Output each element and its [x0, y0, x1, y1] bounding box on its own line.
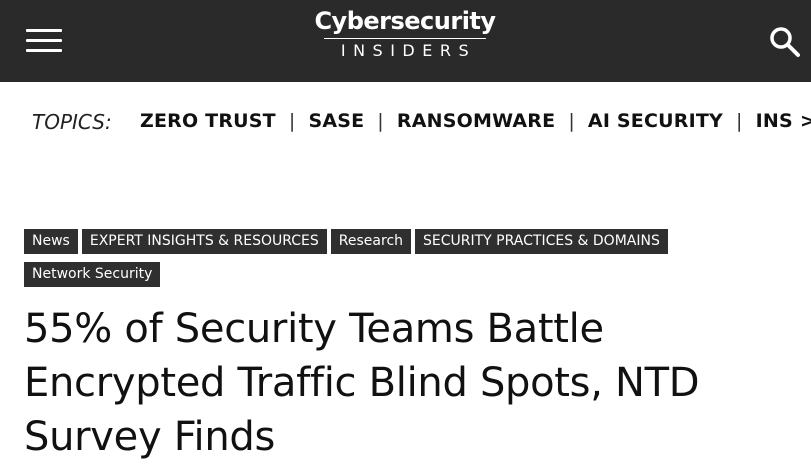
hamburger-menu-icon[interactable]	[26, 27, 62, 55]
topics-list: ZERO TRUST | SASE | RANSOMWARE | AI SECURITY | I…	[140, 110, 793, 132]
tag-research[interactable]: Research	[330, 229, 412, 254]
topic-separator: |	[377, 110, 384, 132]
tag-network-security[interactable]: Network Security	[24, 262, 161, 287]
topics-scroll-arrow[interactable]: >	[798, 110, 811, 132]
topic-separator: |	[288, 110, 296, 132]
logo-wordmark-bottom: INSIDERS	[340, 41, 477, 60]
article-tags: News EXPERT INSIGHTS & RESOURCES Research S…	[24, 229, 784, 295]
article-title: 55% of Security Teams Battle Encrypted T…	[24, 306, 700, 460]
search-icon[interactable]	[767, 24, 803, 60]
topics-bar: TOPICS: ZERO TRUST | SASE | RANSOMWARE | AI SE…	[0, 100, 811, 146]
top-navigation-bar: Cybersecurity INSIDERS	[0, 0, 811, 82]
tag-news[interactable]: News	[24, 229, 78, 254]
topic-separator: |	[735, 110, 743, 132]
tag-expert-insights[interactable]: EXPERT INSIGHTS & RESOURCES	[81, 229, 327, 254]
tag-security-practices[interactable]: SECURITY PRACTICES & DOMAINS	[415, 229, 668, 254]
topic-zero-trust[interactable]: ZERO TRUST	[140, 110, 276, 132]
site-logo[interactable]: Cybersecurity INSIDERS	[305, 6, 505, 70]
topic-ai-security[interactable]: AI SECURITY	[588, 110, 723, 132]
topic-sase[interactable]: SASE	[308, 110, 364, 132]
topics-label: TOPICS:	[32, 110, 112, 134]
topic-separator: |	[568, 110, 575, 132]
topic-ins-truncated[interactable]: INS	[756, 110, 793, 132]
logo-wordmark-top: Cybersecurity	[314, 7, 496, 35]
logo-divider	[324, 38, 486, 39]
topic-ransomware[interactable]: RANSOMWARE	[397, 110, 555, 132]
